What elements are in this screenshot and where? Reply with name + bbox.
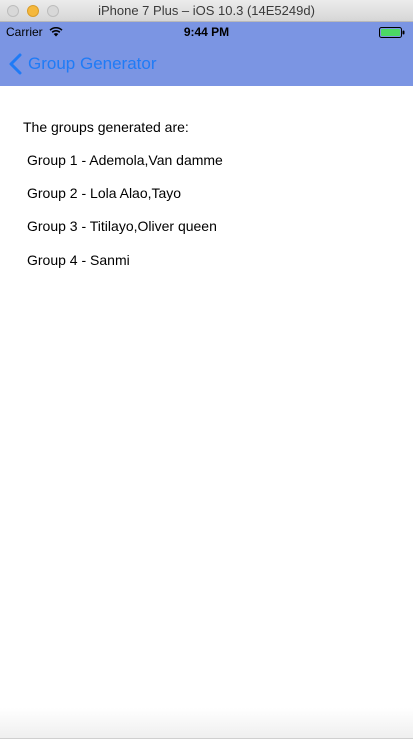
- group-item: Group 2 - Lola Alao,Tayo: [27, 185, 182, 201]
- battery-icon: [379, 27, 405, 38]
- back-button[interactable]: Group Generator: [8, 51, 157, 77]
- status-bar: Carrier 9:44 PM: [0, 22, 413, 42]
- results-heading: The groups generated are:: [23, 119, 189, 135]
- navigation-header: Carrier 9:44 PM Group Generator: [0, 22, 413, 86]
- group-item: Group 4 - Sanmi: [27, 252, 130, 268]
- bottom-edge: [0, 708, 413, 739]
- back-button-label: Group Generator: [28, 54, 157, 73]
- group-item: Group 3 - Titilayo,Oliver queen: [27, 218, 217, 234]
- group-item: Group 1 - Ademola,Van damme: [27, 152, 223, 168]
- nav-bar: Group Generator: [0, 42, 413, 86]
- simulator-titlebar: iPhone 7 Plus – iOS 10.3 (14E5249d): [0, 0, 413, 22]
- simulator-title: iPhone 7 Plus – iOS 10.3 (14E5249d): [98, 3, 315, 18]
- chevron-left-icon: [9, 53, 22, 75]
- status-time: 9:44 PM: [183, 25, 230, 39]
